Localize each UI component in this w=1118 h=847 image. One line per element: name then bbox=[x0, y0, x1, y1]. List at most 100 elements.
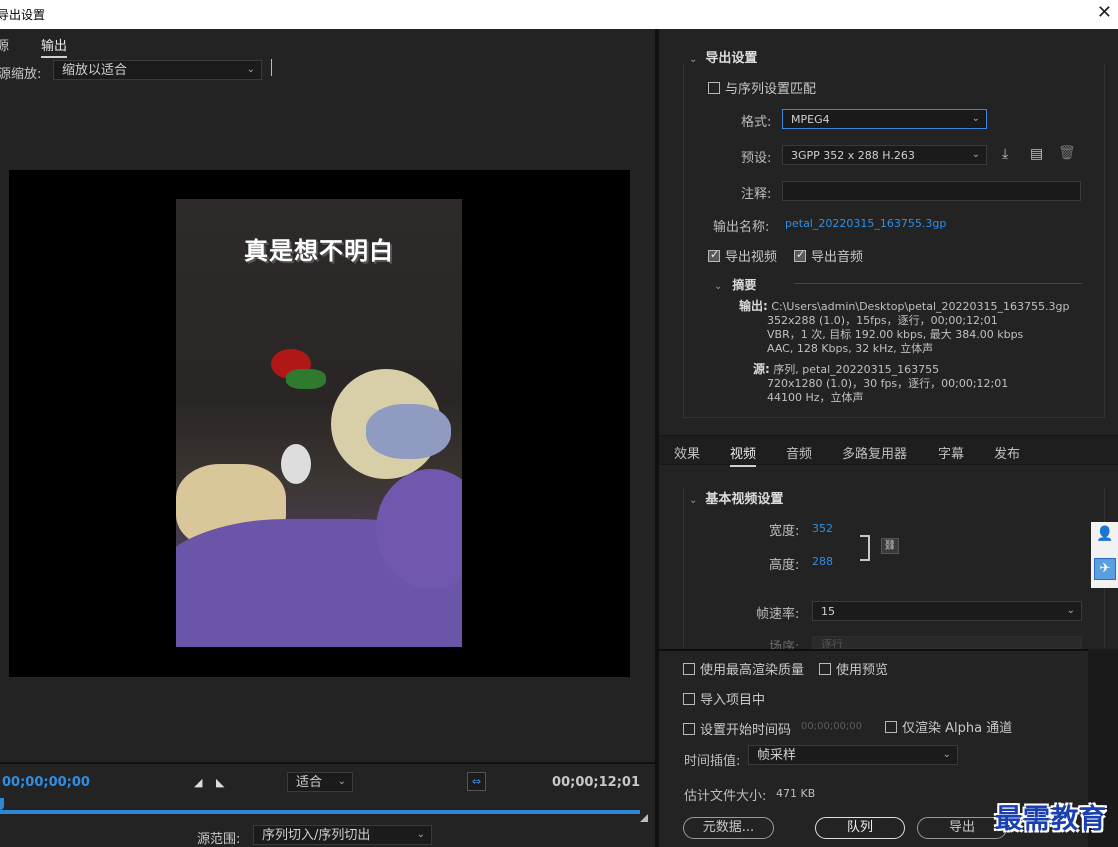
format-label: 格式: bbox=[741, 115, 772, 130]
summary-block: 输出: C:\Users\admin\Desktop\petal_2022031… bbox=[739, 299, 1069, 405]
tab-captions[interactable]: 字幕 bbox=[938, 443, 964, 462]
mark-out-icon[interactable]: ◣ bbox=[216, 776, 224, 789]
chevron-down-icon: ⌄ bbox=[1066, 605, 1075, 616]
summary-output-line: 352x288 (1.0)，15fps，逐行，00;00;12;01 bbox=[767, 314, 998, 327]
preview-frame: 真是想不明白 bbox=[176, 199, 462, 647]
checkbox-box bbox=[885, 721, 897, 733]
start-timecode-value[interactable]: 00;00;00;00 bbox=[801, 721, 862, 732]
aspect-correction-icon[interactable]: ⇔ bbox=[467, 772, 486, 791]
export-button[interactable]: 导出 bbox=[917, 817, 1007, 839]
timeline-scrubber[interactable] bbox=[0, 810, 640, 814]
tab-video[interactable]: 视频 bbox=[730, 443, 757, 467]
tab-source[interactable]: 源 bbox=[0, 35, 9, 54]
summary-source-line: 720x1280 (1.0)，30 fps，逐行，00;00;12;01 bbox=[767, 377, 1009, 390]
mark-in-icon[interactable]: ◢ bbox=[194, 776, 202, 789]
import-preset-icon[interactable]: ▤ bbox=[1030, 146, 1043, 162]
preset-value: 3GPP 352 x 288 H.263 bbox=[791, 149, 915, 162]
tab-audio[interactable]: 音频 bbox=[786, 443, 812, 462]
stem-shape bbox=[286, 369, 326, 389]
comment-label: 注释: bbox=[741, 187, 772, 202]
export-video-checkbox[interactable]: 导出视频 bbox=[708, 246, 777, 265]
left-panel: 源 输出 源缩放: 缩放以适合 ⌄ 真是想不明白 00;00;00;00 ◢ ◣… bbox=[0, 29, 655, 847]
watermark-logo: 最需教育 bbox=[995, 804, 1107, 835]
chevron-down-icon: ⌄ bbox=[971, 149, 980, 160]
link-bracket bbox=[860, 535, 870, 561]
start-timecode-checkbox[interactable]: 设置开始时间码 bbox=[683, 719, 791, 738]
source-scale-select[interactable]: 缩放以适合 ⌄ bbox=[53, 60, 262, 80]
filesize-value: 471 KB bbox=[776, 787, 816, 800]
format-select[interactable]: MPEG4 ⌄ bbox=[782, 109, 987, 129]
alpha-only-label: 仅渲染 Alpha 通道 bbox=[902, 721, 1013, 736]
export-audio-checkbox[interactable]: 导出音频 bbox=[794, 246, 863, 265]
floating-toolbar: 👤 ✈ bbox=[1091, 522, 1118, 588]
source-range-select[interactable]: 序列切入/序列切出 ⌄ bbox=[253, 825, 432, 845]
start-timecode-label: 设置开始时间码 bbox=[700, 723, 792, 738]
source-scale-value: 缩放以适合 bbox=[62, 63, 128, 78]
chevron-down-icon: ⌄ bbox=[942, 749, 951, 760]
format-value: MPEG4 bbox=[791, 113, 830, 126]
queue-button[interactable]: 队列 bbox=[815, 817, 905, 839]
settings-tabs: 效果 视频 音频 多路复用器 字幕 发布 bbox=[659, 435, 1118, 467]
export-video-label: 导出视频 bbox=[725, 250, 778, 265]
timeline-bar: 00;00;00;00 ◢ ◣ 适合 ⌄ ⇔ 00;00;12;01 源范围: … bbox=[0, 762, 655, 847]
range-end-handle[interactable] bbox=[640, 814, 648, 822]
match-sequence-checkbox[interactable]: 与序列设置匹配 bbox=[708, 78, 816, 97]
preset-select[interactable]: 3GPP 352 x 288 H.263 ⌄ bbox=[782, 145, 987, 165]
interp-select[interactable]: 帧采样 ⌄ bbox=[748, 745, 958, 765]
summary-title: 摘要 bbox=[732, 278, 757, 292]
shoe-shape bbox=[281, 444, 311, 484]
max-render-checkbox[interactable]: 使用最高渲染质量 bbox=[683, 659, 804, 678]
chevron-down-icon: ⌄ bbox=[416, 829, 425, 840]
preset-label: 预设: bbox=[741, 151, 772, 166]
close-icon[interactable]: ✕ bbox=[1097, 3, 1112, 23]
summary-output-line: AAC, 128 Kbps, 32 kHz, 立体声 bbox=[767, 342, 934, 355]
tab-effects[interactable]: 效果 bbox=[674, 443, 700, 462]
match-sequence-label: 与序列设置匹配 bbox=[725, 82, 817, 97]
summary-output-key: 输出: bbox=[739, 299, 768, 313]
chevron-down-icon: ⌄ bbox=[714, 281, 723, 292]
plush-snout-shape bbox=[366, 404, 451, 459]
chevron-down-icon: ⌄ bbox=[337, 776, 346, 787]
source-range-value: 序列切入/序列切出 bbox=[262, 828, 371, 843]
tab-output[interactable]: 输出 bbox=[41, 35, 68, 58]
divider bbox=[271, 59, 272, 76]
metadata-button[interactable]: 元数据... bbox=[683, 817, 774, 839]
summary-source-key: 源: bbox=[753, 362, 770, 376]
field-order-value: 逐行 bbox=[821, 638, 843, 649]
comment-input[interactable] bbox=[782, 181, 1081, 201]
import-project-checkbox[interactable]: 导入项目中 bbox=[683, 689, 765, 708]
delete-preset-icon[interactable]: 🗑 bbox=[1058, 145, 1076, 161]
current-timecode[interactable]: 00;00;00;00 bbox=[2, 775, 90, 790]
height-value[interactable]: 288 bbox=[812, 555, 833, 568]
output-name-link[interactable]: petal_20220315_163755.3gp bbox=[785, 217, 946, 230]
fit-select[interactable]: 适合 ⌄ bbox=[287, 772, 353, 792]
playhead-handle[interactable] bbox=[0, 798, 4, 810]
height-label: 高度: bbox=[769, 558, 800, 573]
chain-link-icon[interactable]: ⛓ bbox=[881, 538, 899, 554]
user-icon[interactable]: 👤 bbox=[1096, 526, 1113, 542]
alpha-only-checkbox[interactable]: 仅渲染 Alpha 通道 bbox=[885, 717, 1012, 736]
summary-output-line: C:\Users\admin\Desktop\petal_20220315_16… bbox=[771, 300, 1070, 313]
tab-multiplexer[interactable]: 多路复用器 bbox=[842, 443, 907, 462]
window-title: 导出设置 bbox=[0, 8, 46, 22]
tab-publish[interactable]: 发布 bbox=[994, 443, 1020, 462]
summary-heading[interactable]: ⌄ 摘要 bbox=[714, 276, 756, 293]
width-value[interactable]: 352 bbox=[812, 522, 833, 535]
title-bar: 导出设置 ✕ bbox=[0, 0, 1118, 29]
field-order-select[interactable]: 逐行 bbox=[812, 636, 1082, 649]
checkbox-box bbox=[794, 248, 806, 262]
checkbox-box bbox=[708, 82, 720, 94]
width-label: 宽度: bbox=[769, 524, 800, 539]
fps-select[interactable]: 15 ⌄ bbox=[812, 601, 1082, 621]
divider bbox=[794, 283, 1082, 284]
max-render-label: 使用最高渲染质量 bbox=[700, 663, 805, 678]
use-previews-checkbox[interactable]: 使用预览 bbox=[819, 659, 888, 678]
summary-source-line: 序列, petal_20220315_163755 bbox=[773, 363, 940, 376]
pin-icon[interactable]: ✈ bbox=[1094, 558, 1116, 580]
save-preset-icon[interactable]: ⤓ bbox=[1002, 146, 1008, 162]
checkbox-box bbox=[819, 663, 831, 675]
checkbox-box bbox=[708, 248, 720, 262]
right-panel: ⌄ 导出设置 与序列设置匹配 格式: MPEG4 ⌄ 预设: 3GPP 352 x… bbox=[659, 29, 1118, 847]
export-audio-label: 导出音频 bbox=[811, 250, 864, 265]
fps-label: 帧速率: bbox=[756, 607, 800, 622]
